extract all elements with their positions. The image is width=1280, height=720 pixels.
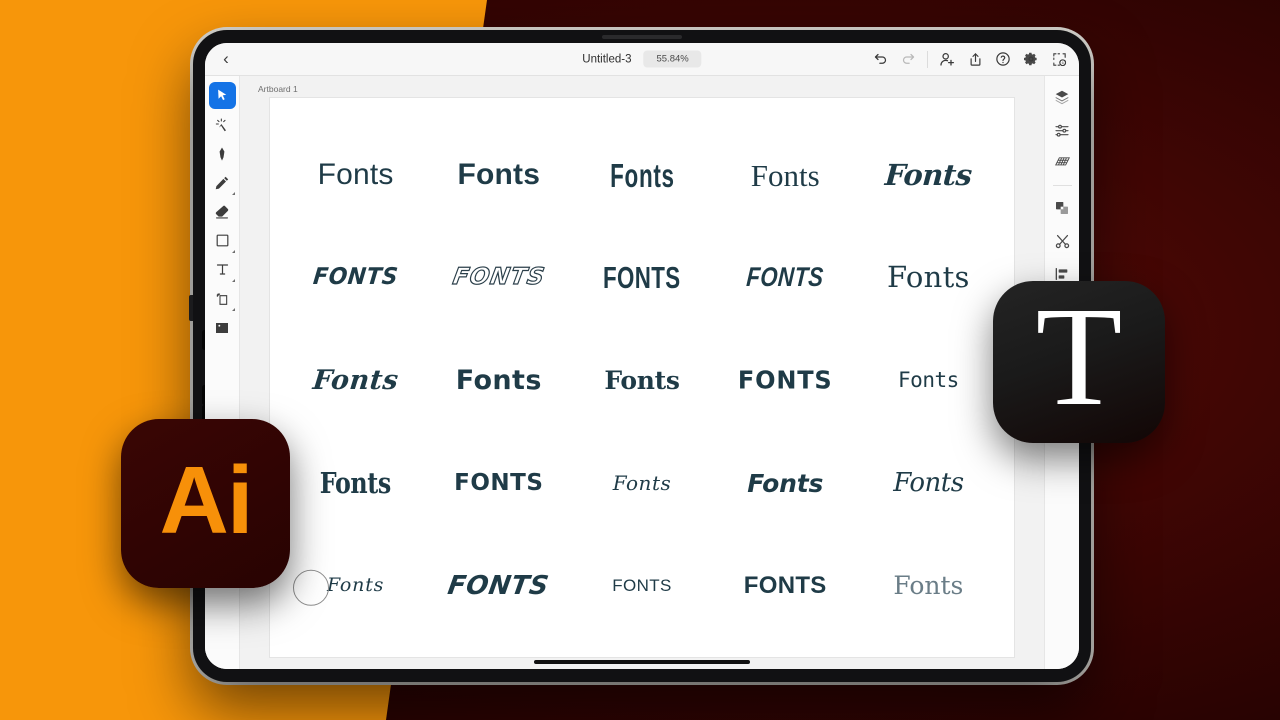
svg-text:6: 6 [1061,60,1063,65]
app-top-bar: ‹ Untitled-3 55.84% 6 [205,43,1079,76]
sliders-icon [1055,124,1069,137]
add-person-icon [940,53,954,66]
font-sample-signature-with-circle[interactable]: Fonts [327,576,384,595]
grid-perspective-icon [1054,156,1070,165]
font-sample-decorative-script[interactable]: Fonts [884,158,973,192]
tablet-device: ‹ Untitled-3 55.84% 6 Artboard 1 Fonts F… [189,30,1091,682]
transform-icon [216,293,228,305]
artboard[interactable]: Fonts Fonts Fonts Fonts Fonts FONTS FONTS FONTS… [270,98,1014,657]
type-tool[interactable] [209,256,236,283]
help-button[interactable] [989,45,1017,73]
type-t-icon [216,264,228,275]
undo-button[interactable] [866,45,894,73]
help-icon [996,52,1010,66]
transform-tool-flyout-indicator[interactable] [231,308,235,311]
panel-divider [1052,185,1072,186]
transform-tool[interactable] [209,285,236,312]
font-sample-light-brush[interactable]: Fonts [893,470,964,496]
tablet-screen: ‹ Untitled-3 55.84% 6 Artboard 1 Fonts F… [205,43,1079,669]
settings-button[interactable] [1017,45,1045,73]
app-body: Artboard 1 Fonts Fonts Fonts Fonts Fonts FONT… [205,76,1079,669]
font-sample-sans-bold[interactable]: Fonts [457,160,540,190]
redo-button[interactable] [894,45,922,73]
font-sample-bold-italic-rounded[interactable]: Fonts [747,471,823,496]
canvas-view-icon: 6 [1052,52,1066,66]
type-badge-letter: T [1035,277,1123,435]
font-sample-brush-script[interactable]: Fonts [311,365,400,396]
artboard-label: Artboard 1 [258,84,298,94]
font-sample-outlined-italic-caps[interactable]: FONTS [450,264,548,291]
screenshot-stage: ‹ Untitled-3 55.84% 6 Artboard 1 Fonts F… [0,0,1280,720]
illustrator-logo-text: Ai [159,446,254,554]
rectangle-tool-flyout-indicator[interactable] [231,250,235,253]
eraser-icon [215,205,229,218]
font-sample-heavy-grotesque-caps[interactable]: FONTS [744,573,827,598]
font-sample-gothic-fantasy[interactable]: Fonts [320,468,391,498]
font-sample-slab-serif[interactable]: Fonts [887,263,970,292]
scissors-tool-button[interactable] [1049,228,1075,254]
view-mode-button[interactable]: 6 [1045,45,1073,73]
back-chevron-icon: ‹ [223,48,229,68]
cursor-arrow-icon [217,89,226,101]
font-sample-sans-regular[interactable]: Fonts [318,160,394,190]
pencil-tool[interactable] [209,169,236,196]
type-tool-flyout-indicator[interactable] [231,279,235,282]
image-icon [216,322,228,333]
layers-panel-button[interactable] [1049,84,1075,110]
magic-wand-icon [215,117,226,131]
font-sample-serif-regular[interactable]: Fonts [751,160,820,191]
rectangle-icon [216,234,228,247]
eraser-tool[interactable] [209,198,236,225]
tablet-camera [602,35,682,39]
back-button[interactable]: ‹ [205,50,247,69]
font-sample-italic-bold-caps[interactable]: FONTS [312,264,400,290]
canvas-area[interactable]: Artboard 1 Fonts Fonts Fonts Fonts Fonts FONT… [240,76,1044,669]
font-sample-condensed-bold[interactable]: Fonts [610,159,674,192]
share-button[interactable] [961,45,989,73]
font-sample-grid: Fonts Fonts Fonts Fonts Fonts FONTS FONTS FONTS… [284,124,1000,637]
document-info: Untitled-3 55.84% [582,50,702,68]
font-sample-rounded-bold[interactable]: Fonts [456,367,542,394]
font-sample-didone-light-serif[interactable]: Fonts [893,573,963,598]
image-tool[interactable] [209,314,236,341]
share-icon [970,52,980,66]
font-sample-thin-calligraphy[interactable]: Fonts [613,473,672,493]
combine-shapes-icon [1056,202,1068,214]
properties-panel-button[interactable] [1049,117,1075,143]
font-sample-handwritten[interactable]: Fonts [898,369,959,391]
pen-icon [219,146,225,161]
gear-icon [1024,52,1037,66]
pencil-tool-flyout-indicator[interactable] [231,192,235,195]
toolbar-divider [927,50,928,68]
pathfinder-panel-button[interactable] [1049,195,1075,221]
font-sample-italic-condensed-caps[interactable]: FONTS [746,262,825,292]
scissors-icon [1055,234,1069,248]
type-tool-badge: T [993,281,1165,443]
direct-selection-tool[interactable] [209,111,236,138]
undo-icon [874,53,886,64]
font-sample-blocky-caps[interactable]: FONTS [454,471,543,495]
selection-tool[interactable] [208,82,236,109]
layers-icon [1055,90,1069,105]
font-sample-small-caps[interactable]: FONTS [612,577,672,594]
top-bar-actions: 6 [866,45,1079,73]
grid-panel-button[interactable] [1049,150,1075,176]
document-title: Untitled-3 [582,53,632,65]
home-indicator[interactable] [534,660,750,664]
pencil-icon [215,176,229,189]
rectangle-tool[interactable] [209,227,236,254]
font-sample-condensed-heavy-caps[interactable]: FONTS [603,262,680,293]
font-sample-bold-slab[interactable]: Fonts [604,368,680,393]
redo-icon [902,53,914,64]
illustrator-app-badge: Ai [121,419,290,588]
zoom-level-chip[interactable]: 55.84% [643,50,702,68]
invite-button[interactable] [933,45,961,73]
pen-tool[interactable] [209,140,236,167]
font-sample-grunge-brush-caps[interactable]: FONTS [446,571,551,601]
font-sample-comic-heavy-caps[interactable]: FONTS [738,368,833,393]
